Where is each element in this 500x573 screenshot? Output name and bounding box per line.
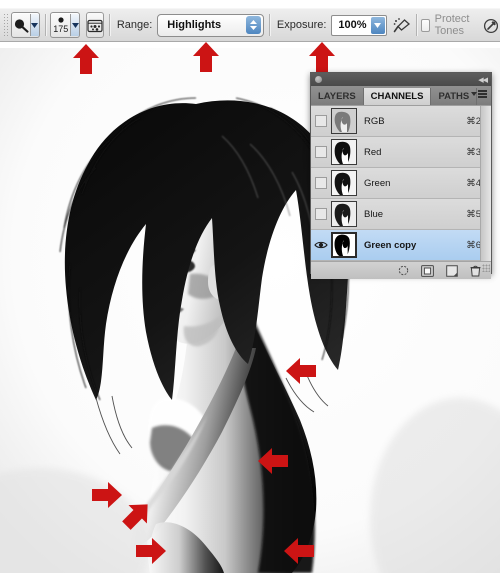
channel-row-green[interactable]: Green ⌘4 <box>311 168 491 199</box>
eye-icon <box>314 241 328 249</box>
channel-name: Red <box>364 146 382 158</box>
tab-channels[interactable]: CHANNELS <box>363 88 432 105</box>
tool-options-bar: 175 Range: Highlights Exposure: 100% Pro… <box>0 8 500 42</box>
channel-name: Green copy <box>364 239 417 251</box>
channel-visibility-toggle[interactable] <box>311 230 331 260</box>
new-channel-icon[interactable] <box>445 264 458 277</box>
channel-visibility-toggle[interactable] <box>311 137 331 167</box>
range-select[interactable]: Highlights <box>157 13 265 37</box>
options-divider-2 <box>109 14 110 36</box>
panel-tab-strip: LAYERS CHANNELS PATHS <box>311 86 491 106</box>
options-divider-4 <box>415 14 417 36</box>
range-value: Highlights <box>167 19 222 31</box>
options-divider-3 <box>269 14 270 36</box>
tool-preset-picker[interactable] <box>11 12 40 38</box>
channel-thumbnail <box>331 108 357 134</box>
arrow-thigh-left <box>136 538 166 564</box>
delete-channel-icon[interactable] <box>469 264 482 277</box>
exposure-dropdown-arrow[interactable] <box>370 16 385 34</box>
channels-scrollbar[interactable] <box>480 106 491 261</box>
burn-tool-icon <box>12 14 30 36</box>
channel-thumbnail <box>331 232 357 258</box>
protect-tones-label: Protect Tones <box>434 13 470 37</box>
arrow-hair-right <box>309 42 335 72</box>
tab-layers[interactable]: LAYERS <box>311 88 364 105</box>
channel-name: Green <box>364 177 391 189</box>
save-selection-as-channel-icon[interactable] <box>421 264 434 277</box>
arrow-waist-right <box>258 448 288 474</box>
exposure-value: 100% <box>338 19 367 31</box>
brush-preset-icon: 175 <box>51 14 71 36</box>
range-label: Range: <box>116 19 153 31</box>
toggle-brush-panel-icon[interactable] <box>86 12 105 38</box>
channel-name: RGB <box>364 115 385 127</box>
brush-size-value: 175 <box>53 24 69 34</box>
arrow-shoulder-right <box>286 358 316 384</box>
panel-close-dot-icon[interactable] <box>315 76 322 83</box>
options-divider-1 <box>44 14 46 36</box>
channel-row-blue[interactable]: Blue ⌘5 <box>311 199 491 230</box>
channel-thumbnail <box>331 139 357 165</box>
channel-row-green-copy[interactable]: Green copy ⌘6 <box>311 230 491 261</box>
airbrush-icon[interactable] <box>393 13 411 37</box>
protect-tones-check-box[interactable] <box>421 18 430 32</box>
panel-resize-grip[interactable] <box>482 264 490 272</box>
exposure-label: Exposure: <box>276 19 327 31</box>
channels-panel[interactable]: ◀◀ LAYERS CHANNELS PATHS RGB ⌘2 Red ⌘3 G… <box>310 72 492 279</box>
arrow-arm-left <box>92 482 122 508</box>
channel-thumbnail <box>331 201 357 227</box>
channels-list: RGB ⌘2 Red ⌘3 Green ⌘4 Blue ⌘5 Green cop… <box>311 106 491 261</box>
options-bar-grip[interactable] <box>3 13 9 37</box>
channel-thumbnail <box>331 170 357 196</box>
channel-visibility-toggle[interactable] <box>311 199 331 229</box>
channel-visibility-toggle[interactable] <box>311 168 331 198</box>
channel-row-red[interactable]: Red ⌘3 <box>311 137 491 168</box>
exposure-field[interactable]: 100% <box>331 14 387 36</box>
range-stepper-arrows[interactable] <box>246 15 262 34</box>
arrow-hip-right <box>284 538 314 564</box>
tool-preset-dropdown-arrow[interactable] <box>29 14 39 36</box>
arrow-hip-diagonal <box>122 504 148 530</box>
channel-row-rgb[interactable]: RGB ⌘2 <box>311 106 491 137</box>
collapse-panel-icon[interactable]: ◀◀ <box>478 76 488 84</box>
brush-preset-picker[interactable]: 175 <box>50 12 81 38</box>
load-channel-as-selection-icon[interactable] <box>397 264 410 277</box>
tablet-pressure-size-icon[interactable] <box>482 13 500 37</box>
arrow-hair-left <box>73 44 99 74</box>
brush-preset-dropdown-arrow[interactable] <box>70 14 80 36</box>
protect-tones-checkbox[interactable]: Protect Tones <box>421 13 474 37</box>
channels-panel-footer <box>311 261 491 279</box>
channel-visibility-toggle[interactable] <box>311 106 331 136</box>
panel-menu-icon[interactable] <box>471 90 487 98</box>
channel-name: Blue <box>364 208 384 220</box>
arrow-hair-center <box>193 42 219 72</box>
panel-title-bar[interactable]: ◀◀ <box>311 73 491 86</box>
